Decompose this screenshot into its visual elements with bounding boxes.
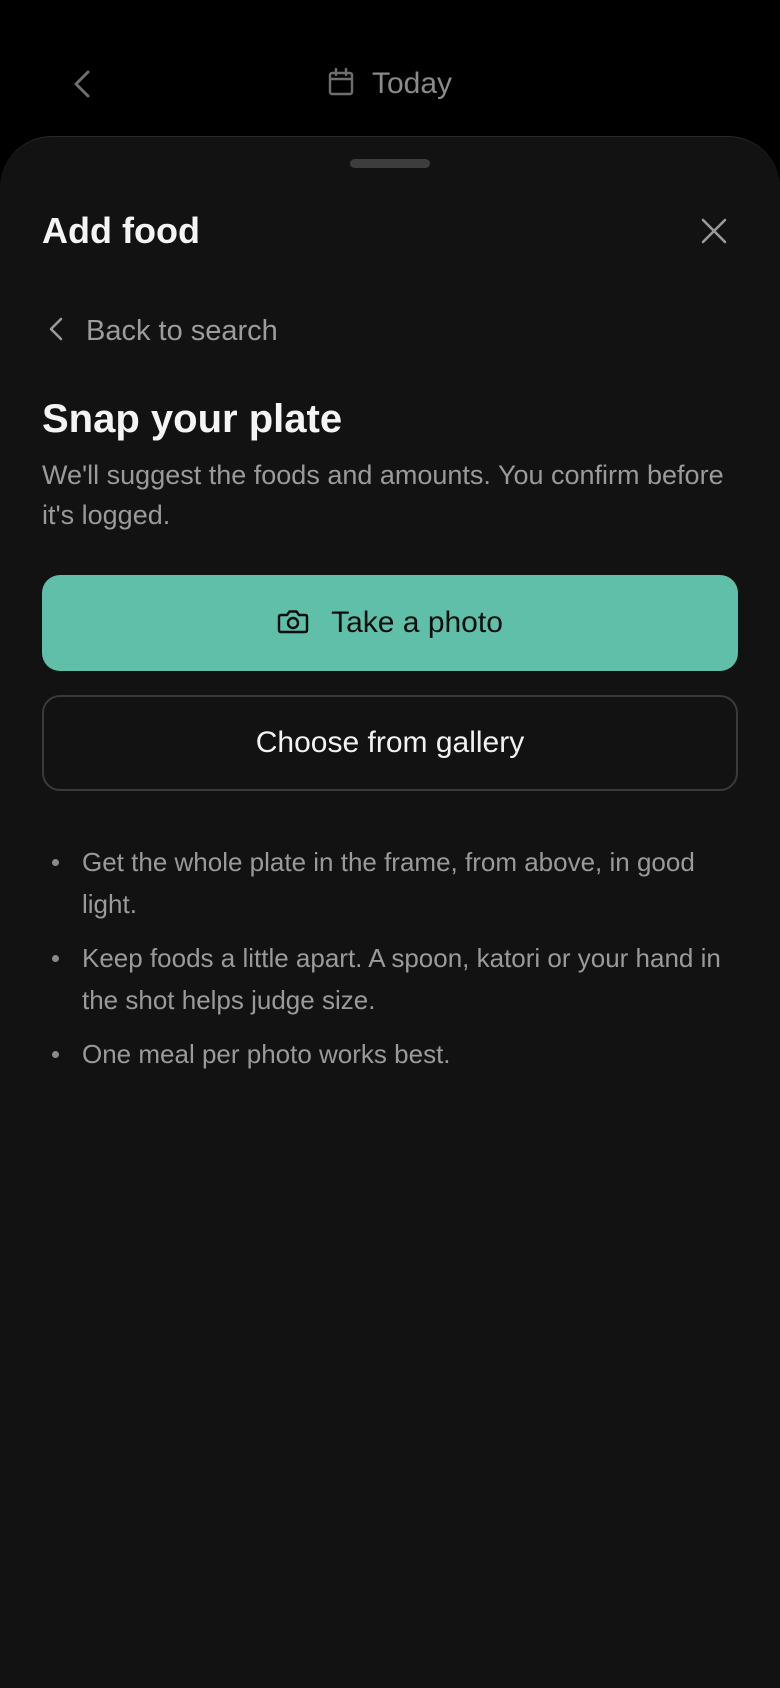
tip-text: Keep foods a little apart. A spoon, kato… (82, 943, 721, 1015)
list-item: Get the whole plate in the frame, from a… (42, 841, 742, 925)
page-subtext: We'll suggest the foods and amounts. You… (42, 460, 724, 530)
page-heading: Snap your plate (42, 397, 343, 441)
date-label: Today (371, 67, 453, 100)
take-photo-button[interactable]: Take a photo (42, 575, 738, 671)
back-to-search-link[interactable]: Back to search (42, 307, 278, 355)
bullet-icon (52, 859, 59, 866)
drag-handle[interactable] (350, 159, 430, 168)
date-selector[interactable]: Today (0, 62, 780, 106)
list-item: Keep foods a little apart. A spoon, kato… (42, 937, 742, 1021)
camera-icon (277, 607, 309, 640)
list-item: One meal per photo works best. (42, 1033, 742, 1075)
tip-text: Get the whole plate in the frame, from a… (82, 847, 695, 919)
bullet-icon (52, 1051, 59, 1058)
chevron-left-icon (42, 315, 70, 348)
tip-text: One meal per photo works best. (82, 1039, 451, 1069)
photo-tips-list: Get the whole plate in the frame, from a… (42, 841, 742, 1087)
top-bar: Today (0, 0, 780, 140)
calendar-icon (328, 67, 354, 101)
choose-from-gallery-label: Choose from gallery (255, 726, 525, 759)
take-photo-label: Take a photo (331, 606, 503, 639)
choose-from-gallery-button[interactable]: Choose from gallery (42, 695, 738, 791)
close-icon (700, 217, 728, 250)
close-button[interactable] (690, 209, 738, 257)
back-to-search-label: Back to search (86, 314, 278, 347)
sheet-title: Add food (42, 210, 200, 251)
bullet-icon (52, 955, 59, 962)
add-food-sheet: Add food Back to search Snap your plate … (0, 136, 780, 1688)
